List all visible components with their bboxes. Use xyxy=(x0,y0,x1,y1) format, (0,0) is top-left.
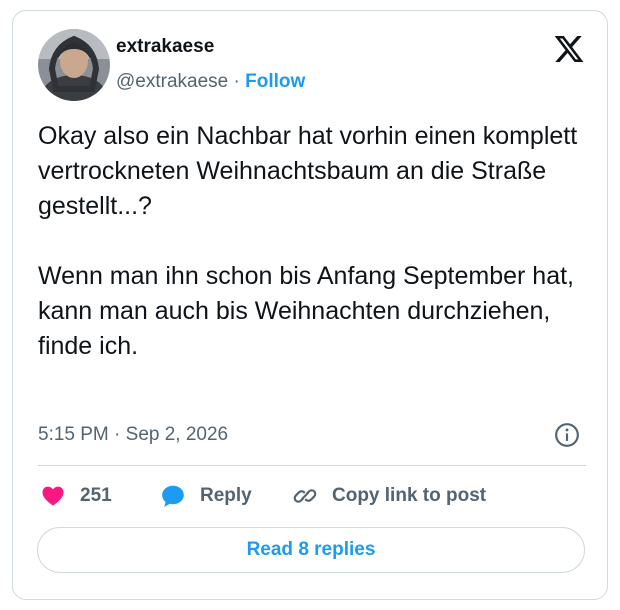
timestamp[interactable]: 5:15 PM · Sep 2, 2026 xyxy=(38,424,228,446)
copy-link-button[interactable]: Copy link to post xyxy=(292,481,486,511)
tweet-text: Okay also ein Nachbar hat vorhin einen k… xyxy=(38,119,586,364)
handle-row: @extrakaese · Follow xyxy=(116,71,305,93)
display-name[interactable]: extrakaese xyxy=(116,36,214,58)
reply-button[interactable]: Reply xyxy=(160,481,252,511)
like-button[interactable]: 251 xyxy=(40,481,112,511)
tweet-paragraph: Wenn man ihn schon bis Anfang September … xyxy=(38,262,574,360)
follow-button[interactable]: Follow xyxy=(245,71,305,92)
read-replies-button[interactable]: Read 8 replies xyxy=(37,527,585,573)
action-bar: 251 Reply Copy link to post xyxy=(38,481,598,511)
user-handle[interactable]: @extrakaese xyxy=(116,71,228,92)
tweet-paragraph: Okay also ein Nachbar hat vorhin einen k… xyxy=(38,122,578,220)
link-icon xyxy=(293,489,317,503)
tweet-card: extrakaese @extrakaese · Follow Okay als… xyxy=(12,10,608,600)
x-logo-icon[interactable] xyxy=(553,33,585,65)
info-icon[interactable] xyxy=(554,422,580,448)
copy-link-label: Copy link to post xyxy=(332,485,487,506)
reply-label: Reply xyxy=(200,485,252,506)
speech-bubble-icon xyxy=(162,485,184,507)
like-count: 251 xyxy=(80,485,112,506)
handle-separator: · xyxy=(233,71,240,92)
heart-icon xyxy=(42,486,64,506)
avatar[interactable] xyxy=(38,29,110,101)
divider xyxy=(38,465,586,466)
